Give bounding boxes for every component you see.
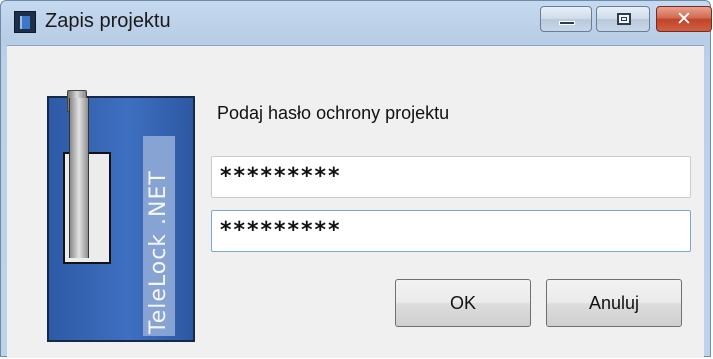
window-title: Zapis projektu (45, 10, 171, 32)
maximize-button[interactable] (596, 6, 650, 32)
dialog-window: Zapis projektu ✕ TeleLock .NET Podaj has… (0, 0, 712, 358)
cancel-button[interactable]: Anuluj (546, 279, 682, 327)
ok-button[interactable]: OK (395, 279, 531, 327)
minimize-icon (559, 21, 575, 25)
padlock-shackle (69, 98, 89, 258)
maximize-icon (617, 13, 631, 25)
minimize-button[interactable] (540, 6, 592, 32)
title-bar[interactable]: Zapis projektu ✕ (1, 1, 712, 45)
close-button[interactable]: ✕ (656, 6, 712, 32)
password-prompt-label: Podaj hasło ochrony projektu (217, 103, 450, 123)
app-icon-glyph (20, 16, 30, 29)
padlock-brand-text: TeleLock .NET (146, 170, 171, 334)
password-confirm-input[interactable]: ********* (211, 210, 691, 252)
padlock-icon: TeleLock .NET (7, 46, 207, 359)
password-input[interactable]: ********* (211, 156, 691, 198)
app-icon[interactable] (14, 11, 36, 33)
close-icon: ✕ (676, 8, 692, 30)
dialog-client-area: TeleLock .NET Podaj hasło ochrony projek… (7, 45, 704, 358)
